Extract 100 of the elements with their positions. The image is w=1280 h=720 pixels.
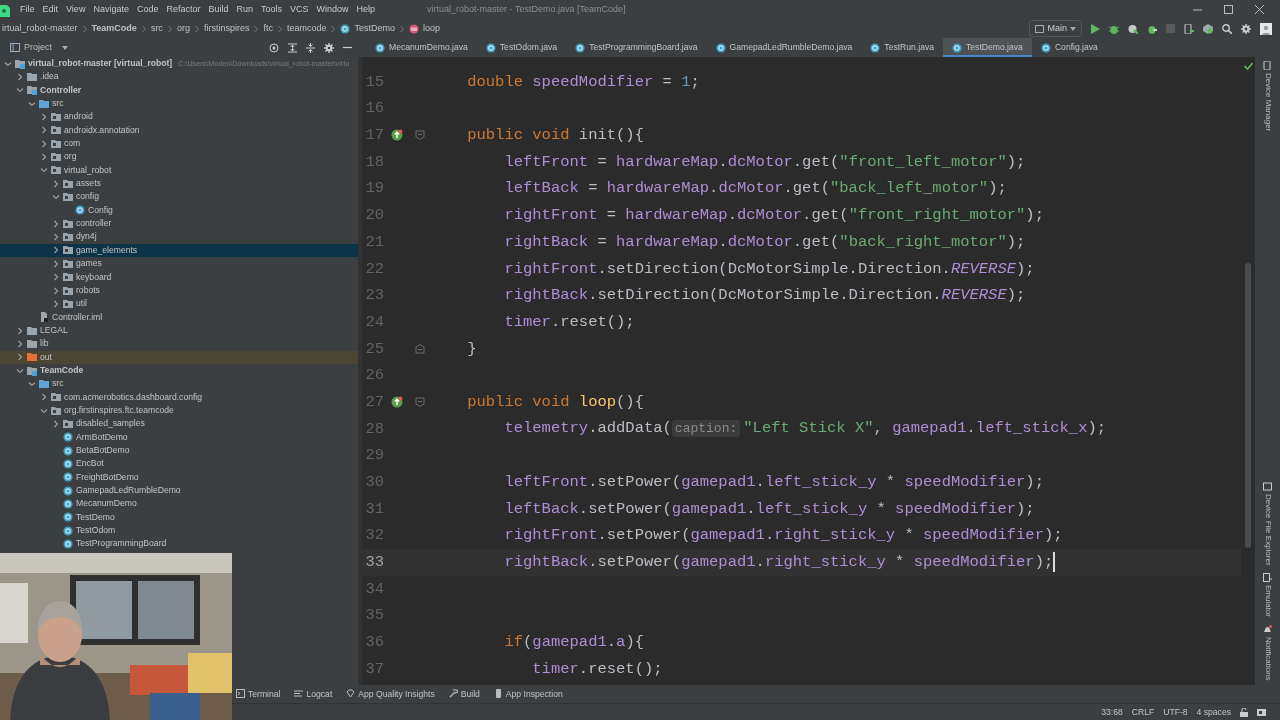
tree-item[interactable]: com [0,137,358,151]
tool-window-button[interactable]: App Quality Insights [346,687,435,701]
avatar-icon[interactable] [1260,22,1272,35]
tree-item[interactable]: EncBot [0,457,358,471]
sdk-manager-icon[interactable] [1203,23,1213,34]
menu-item[interactable]: Run [232,2,257,17]
tool-window-button[interactable]: Logcat [294,687,333,701]
tree-item[interactable]: ArmBotDemo [0,430,358,444]
tree-item[interactable]: Config [0,203,358,218]
menu-item[interactable]: Build [204,2,233,17]
breadcrumb-item[interactable]: org [174,21,192,36]
chevron-icon[interactable] [40,166,48,175]
chevron-icon[interactable] [16,339,24,348]
menu-item[interactable]: Help [352,2,380,17]
run-configuration-dropdown[interactable]: Main [1029,19,1082,38]
tree-item[interactable]: config [0,190,358,204]
breadcrumb-item[interactable]: firstinspires [201,21,252,36]
tool-window-button[interactable]: Notifications [1261,621,1274,685]
breadcrumb-item[interactable]: TestDemo [338,21,397,36]
bug-icon[interactable] [1109,23,1119,34]
caret-position[interactable]: 33:68 [1101,705,1123,719]
menu-item[interactable]: File [16,2,39,17]
chevron-icon[interactable] [16,366,24,375]
editor-tab[interactable]: TestDemo.java [943,38,1032,57]
tree-item[interactable]: assets [0,177,358,191]
chevron-icon[interactable] [40,139,48,148]
tree-item[interactable]: BetaBotDemo [0,443,358,458]
collapse-all-icon[interactable] [306,42,315,53]
breadcrumb-item[interactable]: teamcode [284,21,329,36]
chevron-icon[interactable] [16,353,24,362]
breadcrumb-item[interactable]: TeamCode [89,21,139,36]
tree-item[interactable]: org.firstinspires.ftc.teamcode [0,403,358,418]
device-icon[interactable] [1184,23,1194,34]
menu-item[interactable]: Tools [257,2,286,17]
tool-window-button[interactable]: Device File Explorer [1261,477,1274,570]
inspection-ok-icon[interactable] [1243,62,1253,70]
tree-item[interactable]: TeamCode [0,363,358,378]
lock-icon[interactable] [1240,707,1248,717]
search-icon[interactable] [1222,23,1232,34]
editor-tab[interactable]: Config.java [1031,38,1107,57]
menu-item[interactable]: Code [132,2,163,17]
chevron-icon[interactable] [40,113,48,122]
chevron-icon[interactable] [28,379,36,388]
menu-item[interactable]: Window [312,2,353,17]
menu-item[interactable]: View [62,2,90,17]
chevron-icon[interactable] [4,59,12,68]
tree-item[interactable]: keyboard [0,270,358,284]
tree-item[interactable]: util [0,297,358,311]
tree-item[interactable]: androidx.annotation [0,123,358,138]
scrollbar-thumb[interactable] [1245,263,1251,548]
tree-item[interactable]: src [0,97,358,111]
editor-tab[interactable]: TestProgrammingBoard.java [566,38,707,57]
chevron-icon[interactable] [40,126,48,135]
tool-window-button[interactable]: Device Manager [1261,57,1274,136]
tree-item[interactable]: android [0,110,358,124]
settings-icon[interactable] [1241,23,1251,34]
run-icon[interactable] [1091,23,1100,34]
expand-all-icon[interactable] [288,42,297,53]
chevron-icon[interactable] [52,286,60,295]
breadcrumb-item[interactable]: irtual_robot-master [0,21,80,36]
tree-item[interactable]: game_elements [0,243,358,258]
locate-icon[interactable] [269,42,279,53]
implements-marker-icon[interactable] [391,129,403,142]
tree-item[interactable]: TestOdom [0,524,358,538]
menu-item[interactable]: VCS [286,2,313,17]
chevron-icon[interactable] [52,179,60,188]
tree-item[interactable]: FreightBotDemo [0,470,358,484]
tree-item[interactable]: out [0,350,358,364]
chevron-icon[interactable] [52,273,60,282]
breadcrumb-item[interactable]: ftc [261,21,275,36]
fold-icon[interactable] [415,130,425,141]
chevron-icon[interactable] [52,259,60,268]
tool-window-button[interactable]: Terminal [236,687,281,701]
editor-tab[interactable]: TestRun.java [861,38,944,57]
tool-window-button[interactable]: Emulator [1261,569,1274,622]
file-encoding[interactable]: UTF-8 [1163,705,1188,719]
tree-item[interactable]: games [0,257,358,271]
line-separator[interactable]: CRLF [1131,705,1155,719]
tree-item[interactable]: TestProgrammingBoard [0,537,358,551]
tree-item[interactable]: com.acmerobotics.dashboard.config [0,390,358,404]
tree-item[interactable]: disabled_samples [0,417,358,431]
close-icon[interactable] [1255,5,1264,14]
breadcrumb-item[interactable]: loop [406,21,442,36]
attach-debugger-icon[interactable] [1147,23,1157,34]
editor-tab[interactable]: GamepadLedRumbleDemo.java [706,38,862,57]
indent-setting[interactable]: 4 spaces [1196,705,1231,719]
tree-item[interactable]: TestDemo [0,510,358,525]
chevron-icon[interactable] [52,193,60,202]
tree-item[interactable]: .idea [0,70,358,84]
tree-item[interactable]: robots [0,283,358,298]
tree-item[interactable]: src [0,377,358,391]
tool-window-button[interactable]: App Inspection [493,687,563,701]
tree-item[interactable]: virtual_robot [0,163,358,178]
profiler-icon[interactable] [1128,23,1138,34]
breadcrumb-item[interactable]: src [148,21,165,36]
chevron-icon[interactable] [16,326,24,335]
chevron-icon[interactable] [52,299,60,308]
tree-item[interactable]: dyn4j [0,230,358,244]
chevron-icon[interactable] [40,153,48,162]
tool-window-button[interactable]: Build [448,687,480,701]
